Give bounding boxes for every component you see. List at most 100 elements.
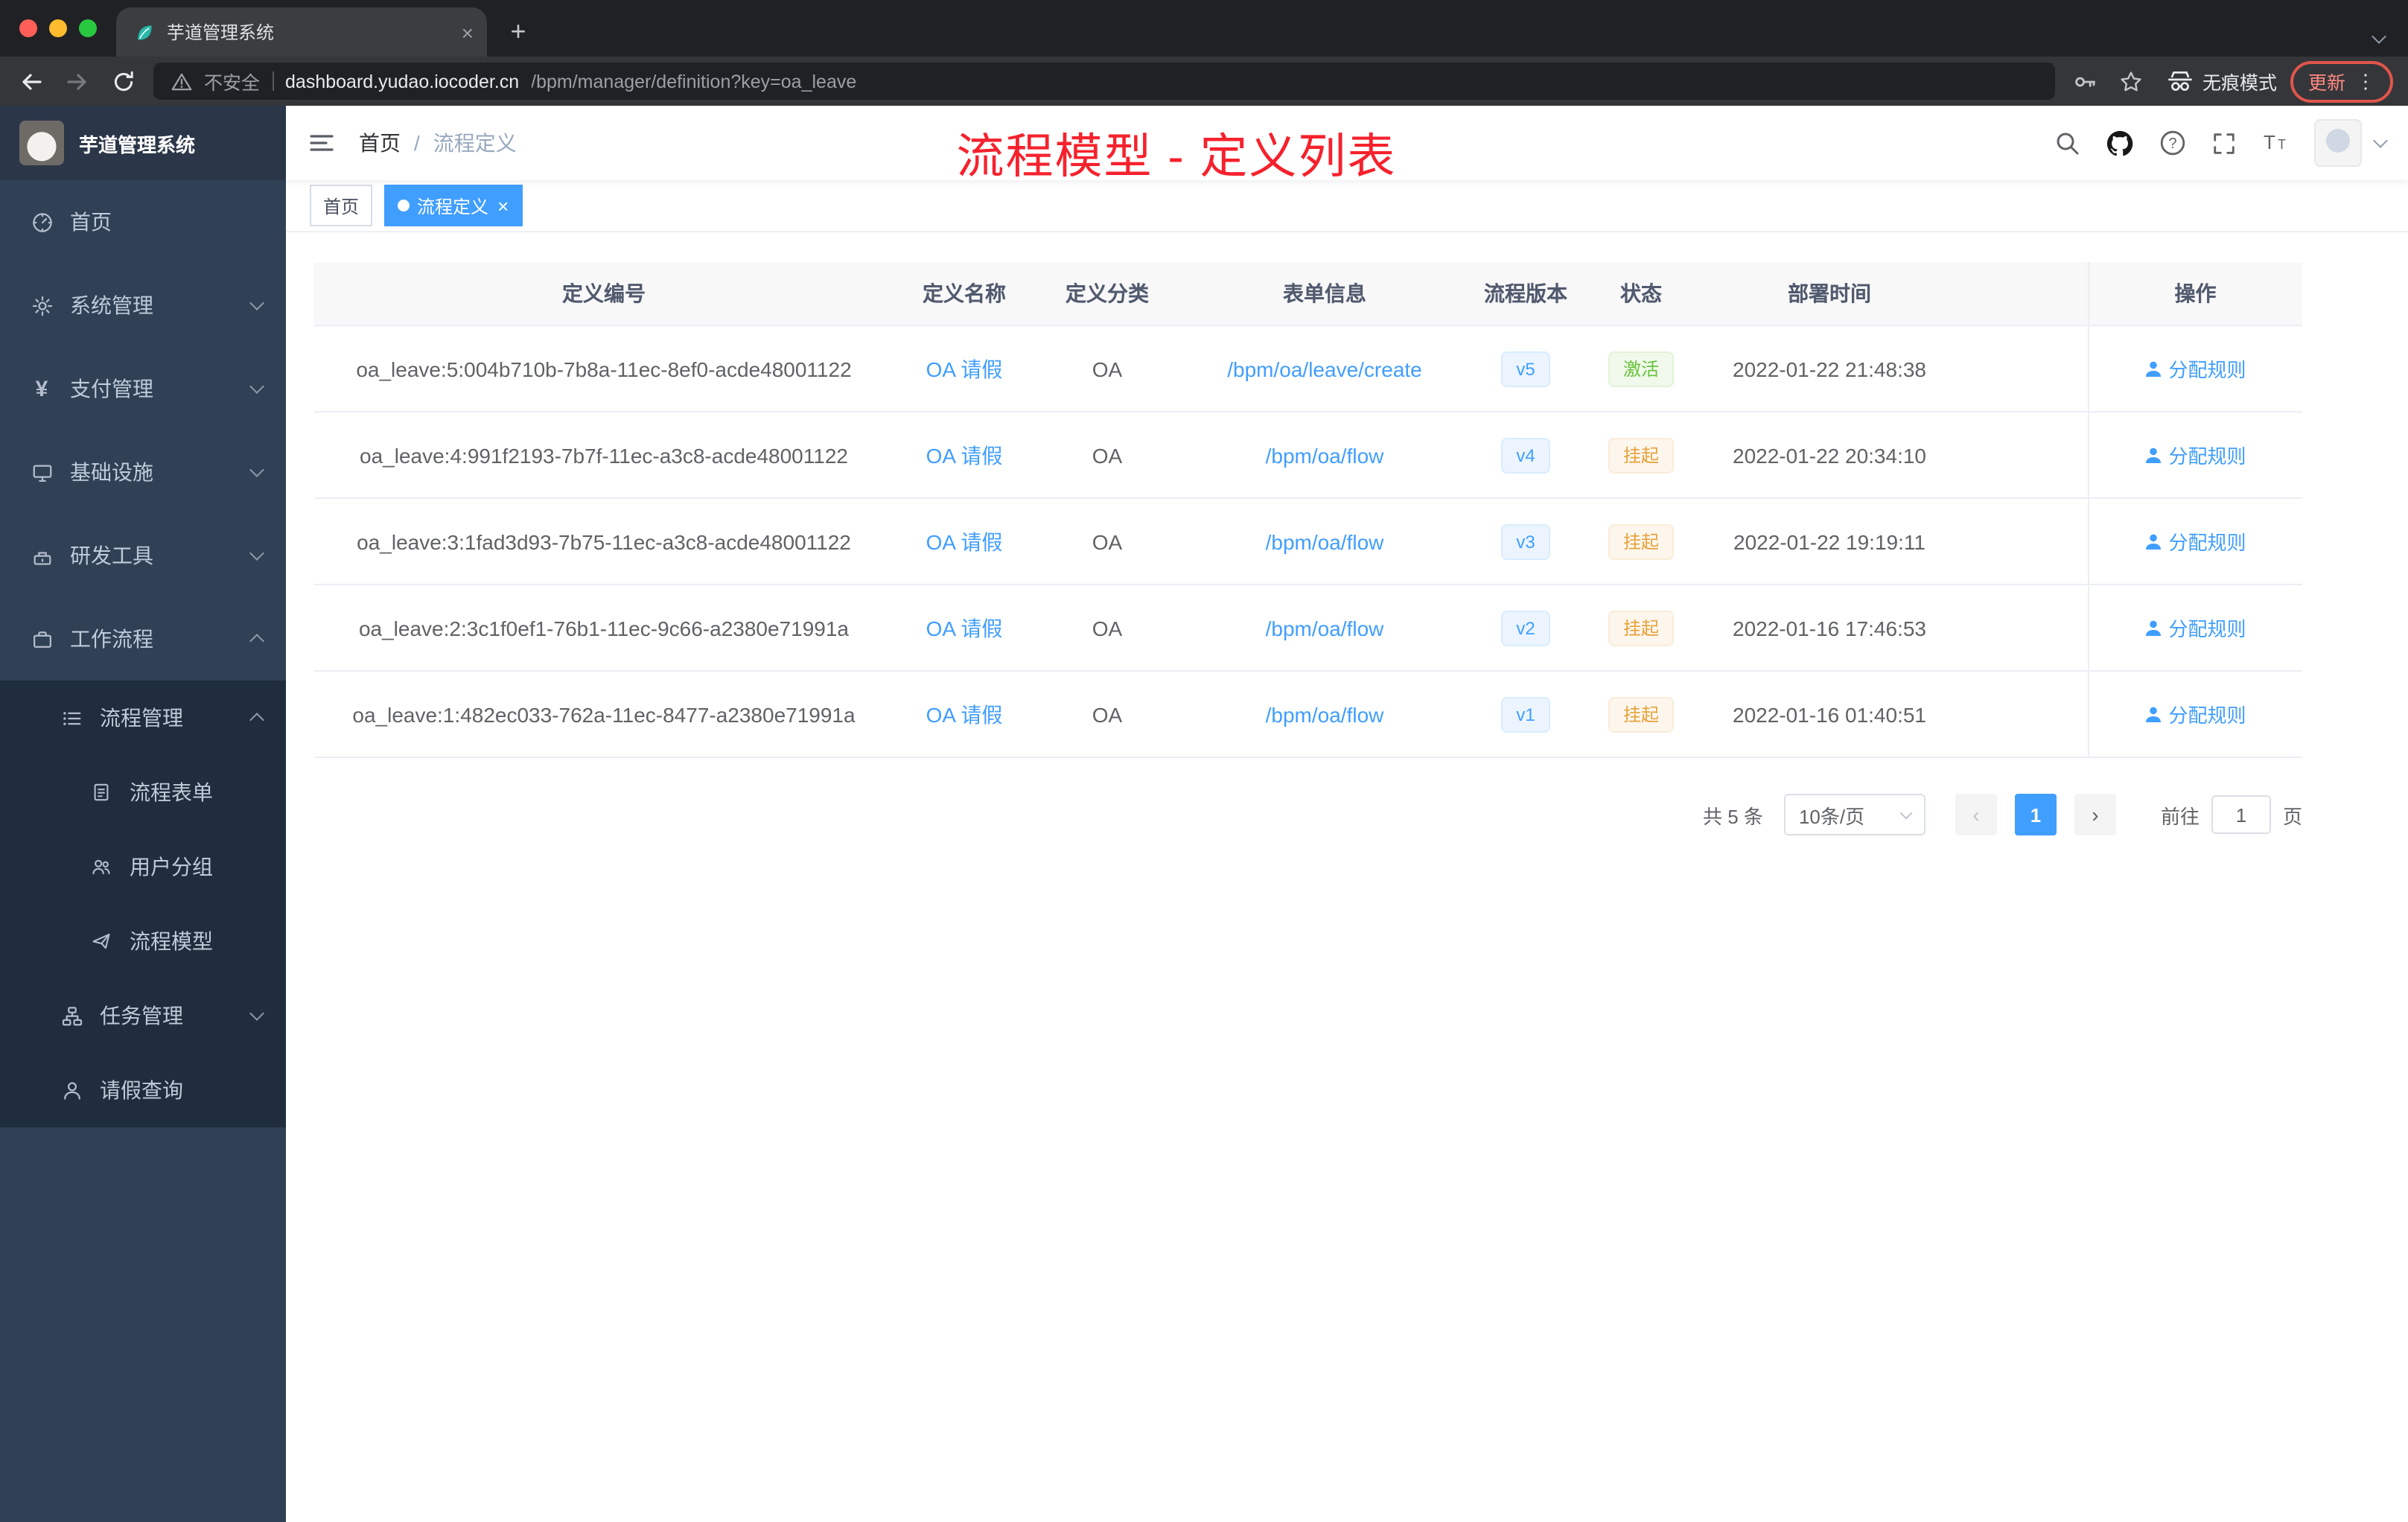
page-unit-label: 页 <box>2282 805 2302 827</box>
version-tag: v2 <box>1501 610 1550 646</box>
browser-menu-icon[interactable]: ⋮ <box>2356 69 2375 93</box>
list-icon <box>60 707 83 729</box>
sidebar-item-leave-query[interactable]: 请假查询 <box>0 1053 286 1127</box>
definition-id: oa_leave:4:991f2193-7b7f-11ec-a3c8-acde4… <box>360 443 848 467</box>
next-page-button[interactable]: › <box>2074 794 2116 835</box>
table-row: oa_leave:2:3c1f0ef1-76b1-11ec-9c66-a2380… <box>314 585 2302 672</box>
definition-name-link[interactable]: OA 请假 <box>926 357 1003 380</box>
sidebar-item-label: 请假查询 <box>100 1078 183 1102</box>
reload-button-icon[interactable] <box>107 69 140 93</box>
sidebar-item-task-management[interactable]: 任务管理 <box>0 978 286 1053</box>
chevron-down-icon <box>1899 806 1913 819</box>
form-info-link[interactable]: /bpm/oa/flow <box>1266 616 1384 640</box>
page-number-button[interactable]: 1 <box>2014 794 2057 835</box>
user-avatar[interactable] <box>2314 119 2362 167</box>
sidebar-item-process-form[interactable]: 流程表单 <box>0 755 286 830</box>
form-info-link[interactable]: /bpm/oa/flow <box>1266 529 1384 553</box>
tab-search-chevron-icon[interactable] <box>2372 22 2386 49</box>
users-icon <box>89 856 113 877</box>
definition-name-link[interactable]: OA 请假 <box>926 616 1003 640</box>
bookmark-star-icon[interactable] <box>2115 69 2147 93</box>
tree-icon <box>60 1004 83 1027</box>
form-info-link[interactable]: /bpm/oa/flow <box>1266 443 1384 467</box>
tags-view: 首页 流程定义 × <box>286 180 2408 232</box>
sidebar-item-label: 流程模型 <box>130 929 213 953</box>
sidebar-item-label: 流程表单 <box>130 780 213 804</box>
form-info-link[interactable]: /bpm/oa/leave/create <box>1227 357 1422 380</box>
forward-button-icon[interactable] <box>61 69 94 93</box>
page-size-select[interactable]: 10条/页 <box>1783 794 1926 835</box>
col-definition-id: 定义编号 <box>314 262 894 326</box>
sidebar-item-process-management[interactable]: 流程管理 <box>0 681 286 755</box>
breadcrumb-home[interactable]: 首页 <box>359 128 401 158</box>
hamburger-icon[interactable] <box>308 130 335 156</box>
definition-table: 定义编号 定义名称 定义分类 表单信息 流程版本 状态 部署时间 操作 oa_l… <box>314 262 2302 758</box>
incognito-badge: 无痕模式 <box>2167 67 2277 95</box>
filler-cell <box>1958 671 2088 758</box>
definition-name-link[interactable]: OA 请假 <box>926 702 1003 726</box>
person-icon <box>60 1079 83 1101</box>
font-size-icon[interactable]: TT <box>2262 130 2289 156</box>
avatar-caret-icon[interactable] <box>2373 133 2388 148</box>
gear-icon <box>30 294 54 316</box>
assign-rule-link[interactable]: 分配规则 <box>2144 700 2246 728</box>
help-icon[interactable]: ? <box>2159 130 2186 156</box>
sidebar-item-process-model[interactable]: 流程模型 <box>0 904 286 978</box>
tab-close-icon[interactable]: × <box>462 22 474 42</box>
assign-rule-link[interactable]: 分配规则 <box>2144 441 2246 469</box>
chevron-down-icon <box>249 1006 264 1021</box>
definition-id: oa_leave:5:004b710b-7b8a-11ec-8ef0-acde4… <box>356 357 852 380</box>
update-button[interactable]: 更新 ⋮ <box>2290 60 2393 102</box>
sidebar-item-infrastructure[interactable]: 基础设施 <box>0 430 286 514</box>
sidebar: 芋道管理系统 首页 系统管理 ¥ 支付管理 基础设施 研发工具 工作流程 流程管… <box>0 106 286 1522</box>
goto-label: 前往 <box>2160 805 2200 827</box>
definition-name-link[interactable]: OA 请假 <box>926 529 1003 553</box>
definition-name-link[interactable]: OA 请假 <box>926 443 1003 467</box>
close-window-button[interactable] <box>19 19 37 37</box>
document-icon <box>89 782 113 803</box>
deploy-time: 2022-01-22 21:48:38 <box>1733 357 1926 380</box>
sidebar-item-home[interactable]: 首页 <box>0 180 286 264</box>
goto-page-input[interactable] <box>2211 795 2271 834</box>
sidebar-item-system[interactable]: 系统管理 <box>0 264 286 347</box>
search-icon[interactable] <box>2054 130 2080 156</box>
sidebar-item-dev-tools[interactable]: 研发工具 <box>0 514 286 597</box>
sidebar-item-label: 系统管理 <box>70 293 153 317</box>
address-bar[interactable]: 不安全 dashboard.yudao.iocoder.cn/bpm/manag… <box>153 63 2055 100</box>
tab-favicon-icon <box>134 22 155 42</box>
new-tab-button[interactable]: + <box>499 12 538 51</box>
tag-label: 流程定义 <box>417 196 489 217</box>
col-definition-name: 定义名称 <box>894 262 1035 326</box>
zoom-window-button[interactable] <box>79 19 97 37</box>
fullscreen-icon[interactable] <box>2211 130 2237 156</box>
chevron-down-icon <box>249 462 264 477</box>
sidebar-item-workflow[interactable]: 工作流程 <box>0 597 286 681</box>
sidebar-item-payment[interactable]: ¥ 支付管理 <box>0 347 286 430</box>
table-row: oa_leave:3:1fad3d93-7b75-11ec-a3c8-acde4… <box>314 498 2302 585</box>
monitor-icon <box>30 461 54 483</box>
version-tag: v1 <box>1501 696 1550 732</box>
password-key-icon[interactable] <box>2068 69 2101 93</box>
minimize-window-button[interactable] <box>49 19 67 37</box>
form-info-link[interactable]: /bpm/oa/flow <box>1266 702 1384 726</box>
tag-close-icon[interactable]: × <box>497 196 509 215</box>
table-row: oa_leave:4:991f2193-7b7f-11ec-a3c8-acde4… <box>314 412 2302 499</box>
tag-process-definition[interactable]: 流程定义 × <box>384 185 523 226</box>
browser-tabstrip: 芋道管理系统 × + <box>0 0 2408 57</box>
sidebar-item-label: 研发工具 <box>70 544 153 567</box>
assign-rule-label: 分配规则 <box>2168 618 2246 640</box>
assign-rule-link[interactable]: 分配规则 <box>2144 614 2246 642</box>
col-filler <box>1958 262 2088 326</box>
assign-rule-link[interactable]: 分配规则 <box>2144 354 2246 383</box>
prev-page-button[interactable]: ‹ <box>1955 794 1997 835</box>
back-button-icon[interactable] <box>15 69 48 93</box>
browser-tab[interactable]: 芋道管理系统 × <box>116 7 487 57</box>
assign-rule-link[interactable]: 分配规则 <box>2144 527 2246 555</box>
tag-home[interactable]: 首页 <box>310 185 373 226</box>
deploy-time: 2022-01-16 17:46:53 <box>1733 616 1926 640</box>
user-icon <box>2146 447 2162 462</box>
sidebar-item-user-group[interactable]: 用户分组 <box>0 830 286 904</box>
github-icon[interactable] <box>2106 129 2134 157</box>
col-status: 状态 <box>1582 262 1701 326</box>
user-icon <box>2146 620 2162 635</box>
